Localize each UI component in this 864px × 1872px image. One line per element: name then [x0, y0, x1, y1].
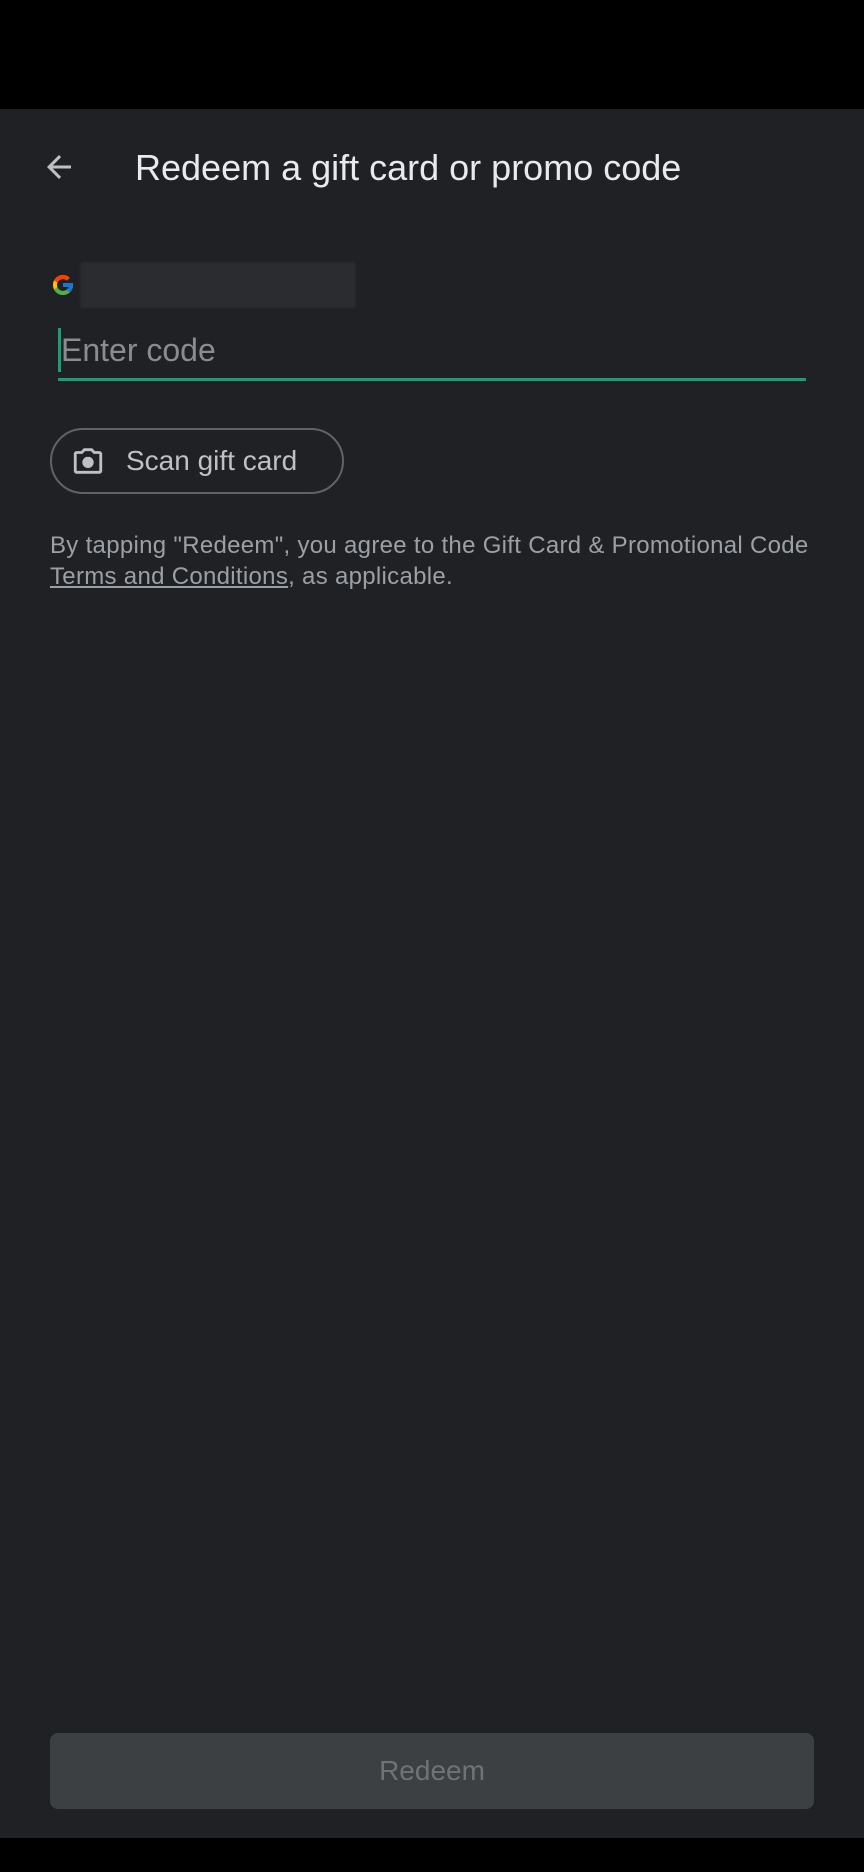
camera-icon: [70, 443, 106, 479]
code-input[interactable]: [61, 331, 761, 369]
google-g-icon: [50, 272, 76, 298]
terms-link[interactable]: Terms and Conditions: [50, 563, 288, 590]
code-field[interactable]: [58, 322, 806, 381]
redeem-button[interactable]: Redeem: [50, 1733, 814, 1809]
account-email: [80, 262, 356, 308]
scan-gift-card-label: Scan gift card: [126, 445, 298, 476]
terms-prefix: By tapping "Redeem", you agree to the Gi…: [50, 532, 809, 559]
arrow-back-icon: [47, 155, 71, 179]
terms-suffix: , as applicable.: [288, 563, 454, 590]
account-row: [50, 262, 356, 308]
status-bar: [0, 0, 864, 109]
back-button[interactable]: [30, 138, 88, 196]
navigation-bar: [0, 1838, 864, 1872]
scan-gift-card-button[interactable]: Scan gift card: [50, 428, 344, 494]
terms-text: By tapping "Redeem", you agree to the Gi…: [50, 530, 820, 592]
page-title: Redeem a gift card or promo code: [135, 147, 682, 188]
